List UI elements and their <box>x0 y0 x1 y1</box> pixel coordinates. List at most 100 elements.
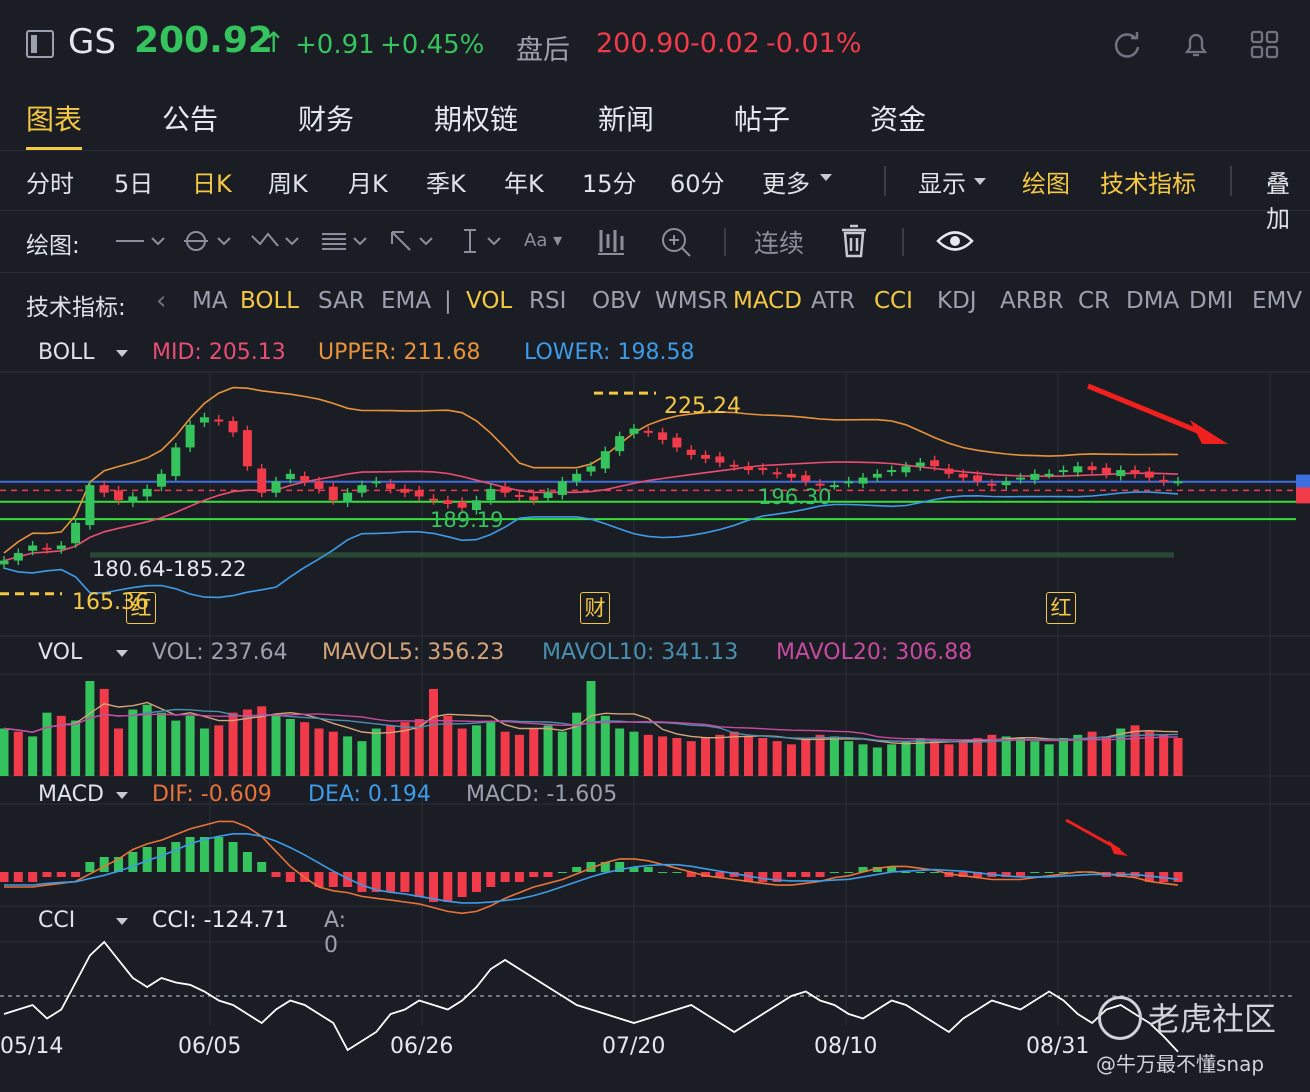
line-tool-icon[interactable] <box>114 230 166 252</box>
period-60min[interactable]: 60分 <box>670 164 725 199</box>
event-marker[interactable]: 红 <box>1046 592 1076 624</box>
tab-chart[interactable]: 图表 <box>26 98 83 150</box>
period-quarterly[interactable]: 季K <box>426 164 466 199</box>
macd-bar <box>228 842 238 872</box>
tab-news[interactable]: 新闻 <box>598 98 654 138</box>
refresh-icon[interactable] <box>1112 30 1142 60</box>
candle-tool-icon[interactable] <box>596 226 626 256</box>
zoom-in-icon[interactable] <box>660 226 692 258</box>
indicator-atr[interactable]: ATR <box>811 288 855 314</box>
volume-bar <box>457 728 467 776</box>
macd-bar <box>1030 872 1040 873</box>
candle <box>1101 467 1111 474</box>
tab-announcement[interactable]: 公告 <box>162 98 218 138</box>
tab-options[interactable]: 期权链 <box>434 98 518 138</box>
indicator-emv[interactable]: EMV <box>1252 288 1302 314</box>
period-15min[interactable]: 15分 <box>582 164 637 199</box>
volume-bar <box>743 736 753 776</box>
arrow-tool-icon[interactable] <box>388 228 440 254</box>
indicator-ema[interactable]: EMA <box>381 288 431 314</box>
macd-bar <box>271 872 281 877</box>
vol-selector[interactable]: VOL <box>38 640 82 665</box>
display-menu[interactable]: 显示 <box>918 164 966 199</box>
chevron-down-icon[interactable] <box>116 650 128 657</box>
indicator-sar[interactable]: SAR <box>318 288 365 314</box>
eye-icon[interactable] <box>936 228 974 254</box>
boll-selector[interactable]: BOLL <box>38 340 95 365</box>
period-more[interactable]: 更多 <box>762 164 810 199</box>
candle <box>371 481 381 484</box>
indicator-kdj[interactable]: KDJ <box>937 288 977 314</box>
sidebar-toggle-icon[interactable] <box>26 30 54 58</box>
event-marker[interactable]: 红 <box>126 592 156 624</box>
candle <box>543 492 553 498</box>
candle <box>958 473 968 478</box>
volume-bar <box>701 738 711 776</box>
chart-area[interactable] <box>0 336 1310 1092</box>
candle <box>572 473 582 482</box>
grid-icon[interactable] <box>1250 30 1280 60</box>
indicator-ma[interactable]: MA <box>192 288 228 314</box>
wave-tool-icon[interactable] <box>250 228 302 254</box>
indicator-arbr[interactable]: ARBR <box>1000 288 1063 314</box>
draw-toggle[interactable]: 绘图 <box>1022 164 1070 199</box>
candle <box>28 545 38 551</box>
text-tool-icon[interactable]: Aa ▾ <box>524 230 562 251</box>
volume-bar <box>371 728 381 776</box>
afterhours-change: -0.02 <box>690 28 760 59</box>
period-intraday[interactable]: 分时 <box>26 164 74 199</box>
event-marker[interactable]: 财 <box>580 592 610 624</box>
tab-funds[interactable]: 资金 <box>870 98 926 138</box>
volume-bar <box>672 738 682 776</box>
indicator-vol[interactable]: VOL <box>466 288 512 314</box>
period-daily[interactable]: 日K <box>192 164 232 199</box>
candle <box>429 498 439 501</box>
period-yearly[interactable]: 年K <box>504 164 544 199</box>
macd-value: MACD: -1.605 <box>466 782 618 807</box>
chevron-down-icon[interactable] <box>116 918 128 925</box>
macd-bar <box>658 872 668 873</box>
candle <box>686 449 696 455</box>
macd-selector[interactable]: MACD <box>38 782 104 807</box>
period-weekly[interactable]: 周K <box>268 164 308 199</box>
indicator-toggle[interactable]: 技术指标 <box>1100 164 1196 199</box>
cci-a: A: 0 <box>324 908 347 958</box>
afterhours-pct: -0.01% <box>766 28 862 59</box>
tab-financials[interactable]: 财务 <box>298 98 354 138</box>
candle <box>801 475 811 482</box>
bell-icon[interactable] <box>1182 30 1210 60</box>
period-monthly[interactable]: 月K <box>348 164 388 199</box>
cycle-tool-icon[interactable] <box>182 228 234 254</box>
measure-tool-icon[interactable] <box>458 228 510 254</box>
volume-bar <box>71 720 81 776</box>
cci-selector[interactable]: CCI <box>38 908 75 933</box>
candle <box>901 466 911 473</box>
volume-bar <box>28 736 38 776</box>
trash-icon[interactable] <box>840 224 868 258</box>
volume-bar <box>1058 738 1068 776</box>
continuous-toggle[interactable]: 连续 <box>754 224 804 260</box>
indicator-macd[interactable]: MACD <box>733 288 802 314</box>
indicator-rsi[interactable]: RSI <box>529 288 566 314</box>
indicator-boll[interactable]: BOLL <box>240 288 299 314</box>
volume-bar <box>1173 738 1183 776</box>
tab-posts[interactable]: 帖子 <box>734 98 790 138</box>
macd-bar <box>457 872 467 897</box>
macd-bar <box>242 852 252 872</box>
indicator-wmsr[interactable]: WMSR <box>655 288 728 314</box>
volume-bar <box>686 741 696 776</box>
indicator-dma[interactable]: DMA <box>1126 288 1179 314</box>
indicator-dmi[interactable]: DMI <box>1189 288 1233 314</box>
period-5day[interactable]: 5日 <box>114 164 153 199</box>
volume-bar <box>486 722 496 776</box>
up-arrow-icon: ↑ <box>262 26 286 59</box>
macd-bar <box>28 872 38 882</box>
indicator-cr[interactable]: CR <box>1078 288 1110 314</box>
chevron-left-icon[interactable]: ‹ <box>156 286 166 316</box>
chevron-down-icon[interactable] <box>116 792 128 799</box>
indicator-cci[interactable]: CCI <box>874 288 913 314</box>
indicator-obv[interactable]: OBV <box>592 288 641 314</box>
fib-tool-icon[interactable] <box>320 228 372 254</box>
candle <box>586 466 596 472</box>
chevron-down-icon[interactable] <box>116 350 128 357</box>
